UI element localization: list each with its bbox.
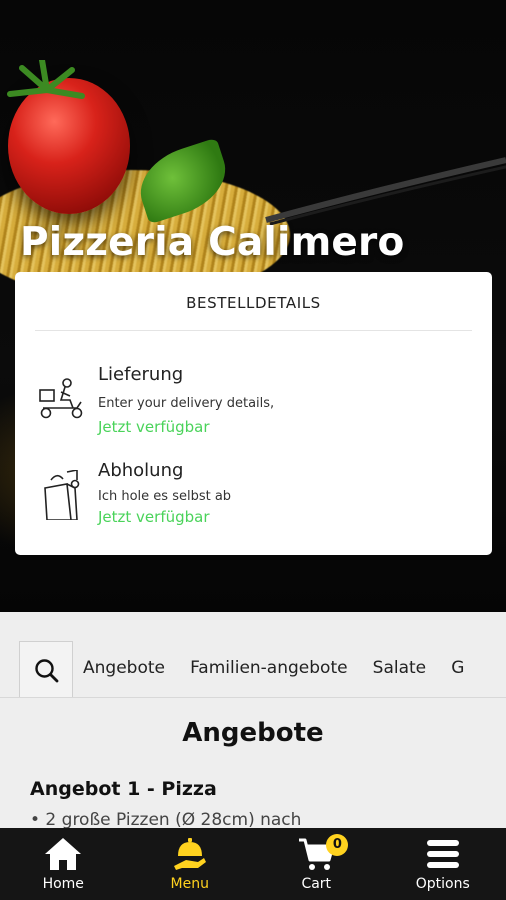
category-bar: Angebote Familien-angebote Salate G bbox=[0, 640, 506, 698]
nav-cart-label: Cart bbox=[301, 876, 332, 892]
nav-home-label: Home bbox=[42, 876, 84, 892]
fork-image bbox=[265, 157, 506, 226]
delivery-option[interactable]: Lieferung Enter your delivery details, J… bbox=[15, 360, 492, 446]
tomato-stem-image bbox=[7, 60, 85, 99]
menu-item-description: • 2 große Pizzen (Ø 28cm) nach bbox=[30, 810, 302, 830]
category-tab-familien-angebote[interactable]: Familien-angebote bbox=[190, 658, 348, 678]
menu-item-title[interactable]: Angebot 1 - Pizza bbox=[30, 778, 217, 800]
order-details-heading: BESTELLDETAILS bbox=[186, 294, 321, 312]
menu-content: Angebote Familien-angebote Salate G Ange… bbox=[0, 612, 506, 830]
shop-name: Pizzeria Calimero bbox=[20, 220, 405, 265]
nav-options-label: Options bbox=[415, 876, 470, 892]
delivery-description: Enter your delivery details, bbox=[98, 396, 275, 411]
section-title: Angebote bbox=[182, 718, 324, 748]
cart-count-badge: 0 bbox=[326, 834, 349, 856]
category-list: Angebote Familien-angebote Salate G bbox=[83, 658, 484, 678]
nav-home[interactable]: Home bbox=[0, 828, 127, 900]
category-tab-angebote[interactable]: Angebote bbox=[83, 658, 165, 678]
nav-cart[interactable]: 0 Cart bbox=[253, 828, 380, 900]
divider bbox=[35, 330, 472, 331]
pickup-status: Jetzt verfügbar bbox=[98, 508, 210, 526]
delivery-title: Lieferung bbox=[98, 364, 184, 385]
pickup-option[interactable]: Abholung Ich hole es selbst ab Jetzt ver… bbox=[15, 456, 492, 542]
nav-menu-label: Menu bbox=[170, 876, 209, 892]
delivery-status: Jetzt verfügbar bbox=[98, 418, 210, 436]
takeaway-bag-icon bbox=[44, 470, 80, 520]
order-details-card: BESTELLDETAILS Lieferung Enter your deli… bbox=[15, 272, 492, 555]
scooter-delivery-icon bbox=[39, 378, 83, 419]
bottom-navigation: Home Menu 0 Cart Options bbox=[0, 828, 506, 900]
nav-options[interactable]: Options bbox=[380, 828, 506, 900]
category-tab-salate[interactable]: Salate bbox=[373, 658, 426, 678]
nav-menu[interactable]: Menu bbox=[127, 828, 254, 900]
pickup-description: Ich hole es selbst ab bbox=[98, 489, 232, 504]
hamburger-menu-icon bbox=[426, 840, 459, 868]
pickup-title: Abholung bbox=[98, 460, 184, 481]
search-icon bbox=[35, 659, 59, 683]
menu-serving-icon bbox=[173, 838, 206, 870]
search-button[interactable] bbox=[19, 641, 73, 697]
home-icon bbox=[45, 838, 82, 870]
category-tab-next[interactable]: G bbox=[451, 658, 464, 678]
